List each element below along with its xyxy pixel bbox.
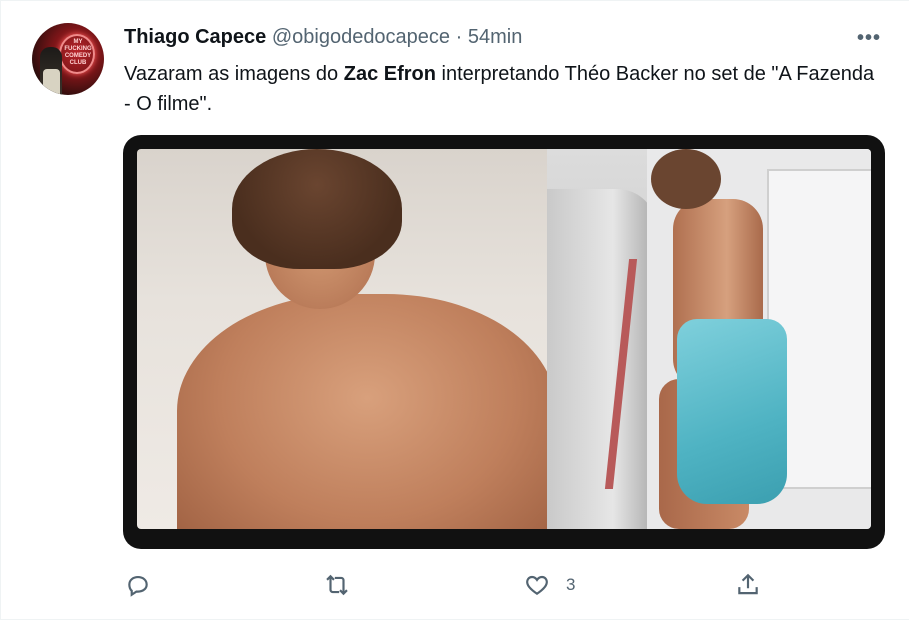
- retweet-icon: [326, 574, 348, 596]
- photo-car: [547, 189, 657, 529]
- heart-icon: [526, 575, 548, 595]
- tweet-text-part1: Vazaram as imagens do: [124, 63, 344, 85]
- timestamp[interactable]: 54min: [468, 26, 522, 48]
- tweet-media[interactable]: [123, 135, 885, 549]
- tweet[interactable]: MY FUCKING COMEDY CLUB Thiago Capece @ob…: [0, 0, 909, 620]
- photo-left: [137, 149, 557, 529]
- photo-head: [651, 149, 721, 209]
- like-button[interactable]: 3: [524, 571, 575, 599]
- like-count: 3: [566, 575, 576, 594]
- share-icon: [738, 573, 758, 595]
- media-image[interactable]: [137, 149, 871, 529]
- photo-torso: [177, 294, 557, 529]
- author-handle[interactable]: @obigodedocapece: [272, 26, 450, 48]
- reply-button[interactable]: [125, 571, 151, 599]
- author-name[interactable]: Thiago Capece: [124, 26, 266, 48]
- photo-right: [547, 149, 871, 529]
- reply-icon: [128, 576, 148, 597]
- photo-hair: [232, 149, 402, 269]
- avatar-shirt: [43, 69, 60, 95]
- photo-towel: [677, 319, 787, 504]
- avatar-sign-text: MY FUCKING COMEDY CLUB: [64, 39, 92, 66]
- share-button[interactable]: [735, 571, 761, 599]
- tweet-actions: 3: [1, 571, 909, 601]
- avatar[interactable]: MY FUCKING COMEDY CLUB: [32, 23, 104, 95]
- tweet-text-bold: Zac Efron: [343, 63, 436, 85]
- separator-dot: ·: [455, 26, 463, 48]
- more-options-button[interactable]: •••: [847, 23, 891, 53]
- tweet-text: Vazaram as imagens do Zac Efron interpre…: [124, 59, 884, 119]
- tweet-header: Thiago Capece @obigodedocapece · 54min: [124, 26, 522, 49]
- retweet-button[interactable]: [324, 571, 350, 599]
